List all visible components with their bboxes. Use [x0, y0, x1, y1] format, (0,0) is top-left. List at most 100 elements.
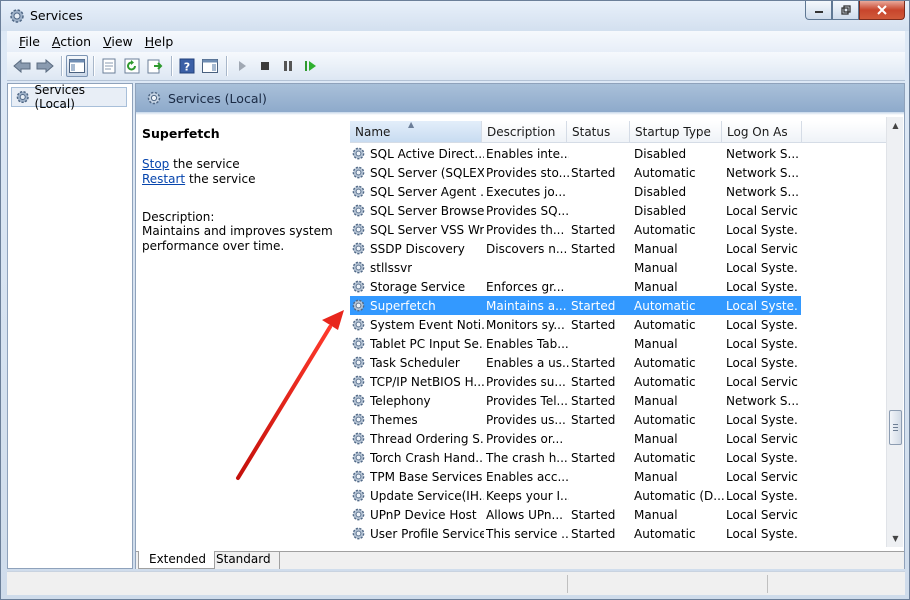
- restore-icon: [840, 5, 851, 15]
- service-gear-icon: [352, 223, 365, 236]
- column-header-label: Description: [487, 125, 556, 139]
- service-row[interactable]: Storage Service Enforces gr... Manual Local…: [350, 277, 801, 296]
- service-row[interactable]: System Event Noti... Monitors sy... Starte…: [350, 315, 801, 334]
- column-header-startup-type[interactable]: Startup Type: [630, 121, 722, 143]
- close-button[interactable]: [859, 1, 905, 20]
- service-status-cell: Started: [571, 241, 616, 256]
- services-list: ▲ Name Description Status Startup Type L…: [346, 117, 902, 547]
- service-name-cell: Torch Crash Hand...: [350, 450, 484, 465]
- service-row[interactable]: SQL Server VSS Wr... Provides th... Starte…: [350, 220, 801, 239]
- service-row[interactable]: SQL Server Agent ... Executes jo... Disabl…: [350, 182, 801, 201]
- service-description-cell: Enables a us...: [486, 355, 569, 370]
- properties-button[interactable]: [98, 55, 120, 77]
- tab-extended[interactable]: Extended: [138, 551, 215, 569]
- service-description: Maintains and improves system performanc…: [142, 224, 333, 253]
- service-row[interactable]: SQL Server Browser Provides SQ... Disabled…: [350, 201, 801, 220]
- toolbar-separator: [226, 56, 227, 76]
- column-header-log-on-as[interactable]: Log On As: [722, 121, 802, 143]
- show-hide-console-tree-button[interactable]: [66, 55, 88, 77]
- service-startup-cell: Automatic (D...: [634, 488, 724, 503]
- console-tree-icon: [69, 59, 85, 73]
- forward-button[interactable]: [34, 55, 56, 77]
- scroll-up-arrow[interactable]: ▲: [887, 117, 904, 134]
- service-row[interactable]: SQL Server (SQLEX... Provides sto... Start…: [350, 163, 801, 182]
- stop-icon: [261, 62, 269, 70]
- service-description-cell: Provides su...: [486, 374, 566, 389]
- service-row[interactable]: TPM Base Services Enables acc... Manual Loc…: [350, 467, 801, 486]
- restart-service-link[interactable]: Restart: [142, 172, 185, 186]
- service-row[interactable]: TCP/IP NetBIOS H... Provides su... Started…: [350, 372, 801, 391]
- service-row[interactable]: Task Scheduler Enables a us... Started Auto…: [350, 353, 801, 372]
- service-name-cell: Themes: [350, 412, 484, 427]
- service-name-cell: Tablet PC Input Se...: [350, 336, 484, 351]
- column-header-label: Name: [355, 125, 391, 139]
- tree-item-services-local[interactable]: Services (Local): [11, 83, 127, 111]
- service-row[interactable]: UPnP Device Host Allows UPn... Started Manu…: [350, 505, 801, 524]
- service-row[interactable]: SQL Active Direct... Enables inte... Disab…: [350, 144, 801, 163]
- export-list-button[interactable]: [144, 55, 166, 77]
- stop-service-link[interactable]: Stop: [142, 157, 169, 171]
- service-row[interactable]: Torch Crash Hand... The crash h... Started…: [350, 448, 801, 467]
- service-logon-cell: Local Syste...: [726, 298, 798, 313]
- service-name-cell: User Profile Service: [350, 526, 484, 541]
- service-status-cell: Started: [571, 355, 616, 370]
- service-row[interactable]: Themes Provides us... Started Automatic Loca…: [350, 410, 801, 429]
- tab-standard[interactable]: Standard: [206, 551, 280, 569]
- service-row[interactable]: Telephony Provides Tel... Started Manual Net…: [350, 391, 801, 410]
- service-row[interactable]: User Profile Service This service ... Star…: [350, 524, 801, 543]
- service-startup-cell: Manual: [634, 279, 678, 294]
- restart-service-button[interactable]: [300, 55, 322, 77]
- menu-help[interactable]: Help: [139, 34, 180, 49]
- minimize-button[interactable]: [805, 1, 832, 20]
- service-name: Telephony: [370, 393, 431, 408]
- menu-file[interactable]: File: [13, 34, 46, 49]
- service-gear-icon: [352, 356, 365, 369]
- stop-service-button[interactable]: [254, 55, 276, 77]
- service-logon-cell: Network S...: [726, 146, 798, 161]
- maximize-button[interactable]: [832, 1, 859, 20]
- service-row[interactable]: Update Service(IH... Keeps your I... Autom…: [350, 486, 801, 505]
- column-header-status[interactable]: Status: [567, 121, 630, 143]
- service-row[interactable]: Superfetch Maintains a... Started Automatic…: [350, 296, 801, 315]
- service-row[interactable]: stllssvr Manual Local Syste...: [350, 258, 801, 277]
- back-button[interactable]: [11, 55, 33, 77]
- service-startup-cell: Disabled: [634, 203, 687, 218]
- pause-service-button[interactable]: [277, 55, 299, 77]
- service-gear-icon: [352, 166, 365, 179]
- toolbar-separator: [61, 56, 62, 76]
- tree-item-label: Services (Local): [34, 83, 86, 111]
- toolbar-separator: [171, 56, 172, 76]
- service-gear-icon: [352, 337, 365, 350]
- list-header: ▲ Name Description Status Startup Type L…: [350, 120, 890, 143]
- column-header-description[interactable]: Description: [482, 121, 567, 143]
- menu-action[interactable]: Action: [46, 34, 97, 49]
- help-icon: ?: [179, 58, 195, 74]
- service-startup-cell: Automatic: [634, 526, 696, 541]
- service-row[interactable]: Thread Ordering S... Provides or... Manual…: [350, 429, 801, 448]
- service-row[interactable]: SSDP Discovery Discovers n... Started Manua…: [350, 239, 801, 258]
- service-startup-cell: Automatic: [634, 317, 696, 332]
- service-startup-cell: Automatic: [634, 222, 696, 237]
- back-arrow-icon: [13, 59, 31, 73]
- service-logon-cell: Local Syste...: [726, 526, 798, 541]
- access-key: A: [51, 34, 61, 49]
- scroll-down-arrow[interactable]: ▼: [887, 530, 904, 547]
- service-row[interactable]: Tablet PC Input Se... Enables Tab... Manua…: [350, 334, 801, 353]
- content-header-title: Services (Local): [168, 90, 267, 106]
- title-bar[interactable]: Services: [1, 1, 909, 31]
- help-button[interactable]: ?: [176, 55, 198, 77]
- column-header-name[interactable]: ▲ Name: [350, 120, 482, 143]
- start-service-button[interactable]: [231, 55, 253, 77]
- service-name: SQL Active Direct...: [370, 146, 484, 161]
- service-name: stllssvr: [370, 260, 413, 275]
- restart-icon: [305, 61, 316, 71]
- service-startup-cell: Automatic: [634, 374, 696, 389]
- menu-view[interactable]: View: [97, 34, 139, 49]
- column-header-label: Startup Type: [635, 125, 711, 139]
- show-action-pane-button[interactable]: [199, 55, 221, 77]
- stop-action-text: the service: [169, 157, 240, 171]
- refresh-button[interactable]: [121, 55, 143, 77]
- vertical-scrollbar[interactable]: ▲ ▼: [886, 117, 903, 547]
- service-startup-cell: Disabled: [634, 184, 687, 199]
- scroll-thumb[interactable]: [889, 410, 902, 445]
